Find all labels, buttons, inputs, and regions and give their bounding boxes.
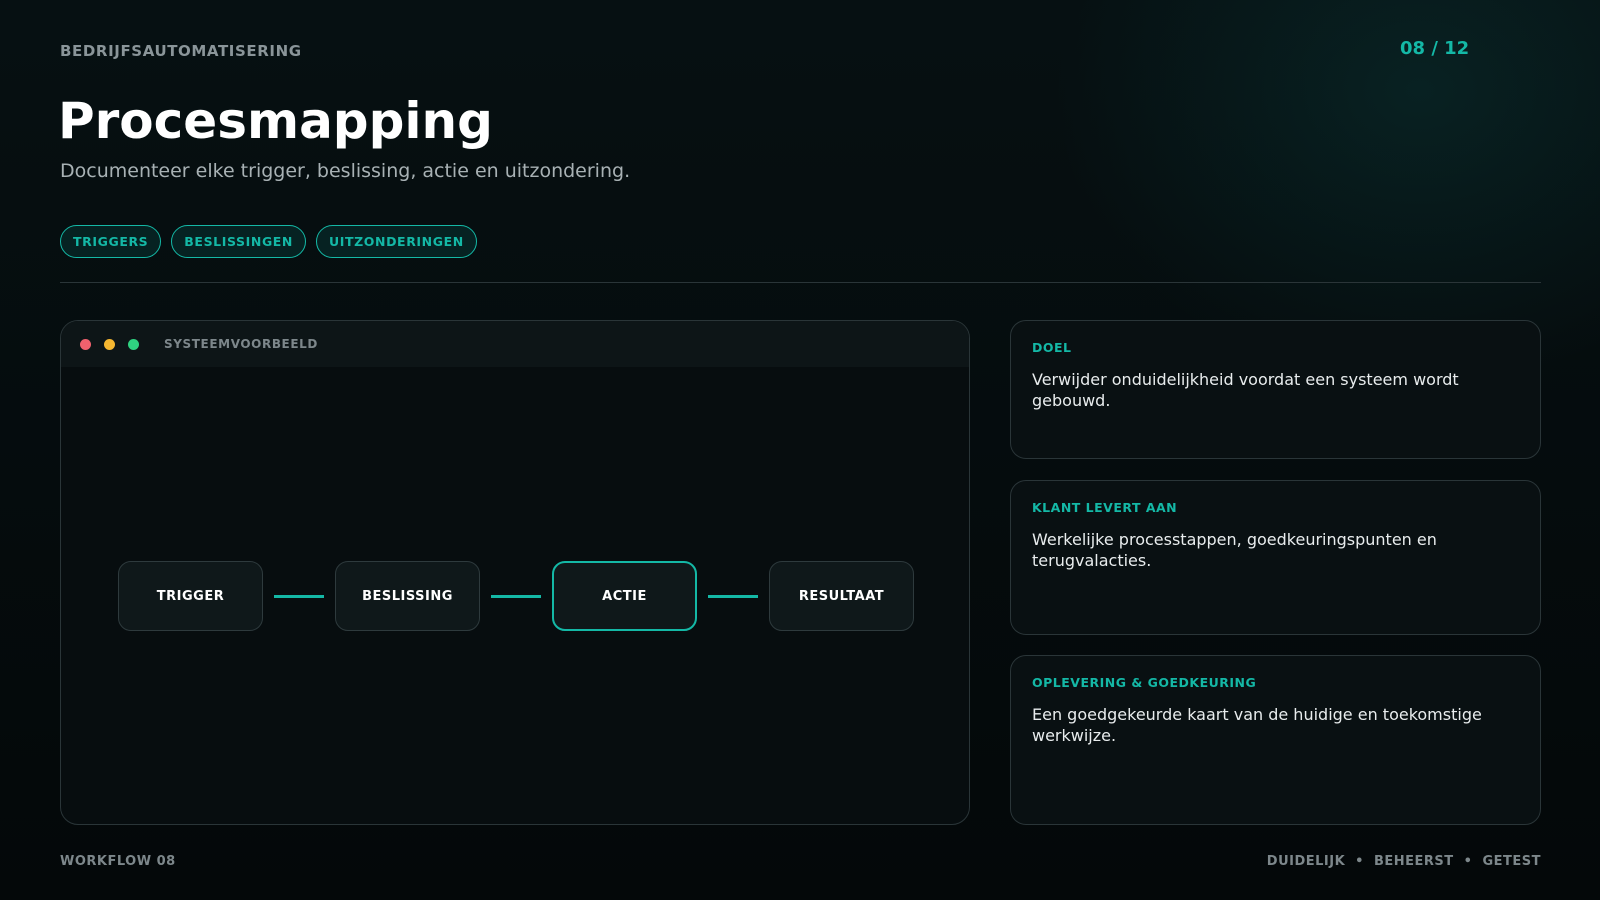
window-title-bar: SYSTEEMVOORBEELD (61, 321, 969, 367)
flow-step-resultaat: RESULTAAT (769, 561, 914, 631)
card-label: KLANT LEVERT AAN (1032, 500, 1178, 515)
tag-chips: TRIGGERS BESLISSINGEN UITZONDERINGEN (60, 225, 477, 258)
footer-workflow-label: WORKFLOW 08 (60, 854, 176, 869)
card-label: DOEL (1032, 340, 1072, 355)
flow-connector (708, 594, 758, 598)
chip-triggers: TRIGGERS (60, 225, 162, 258)
footer-separator: • (1355, 854, 1364, 869)
section-eyebrow: BEDRIJFSAUTOMATISERING (60, 42, 302, 60)
chip-beslissingen: BESLISSINGEN (171, 225, 306, 258)
window-title: SYSTEEMVOORBEELD (164, 337, 318, 351)
flow-step-trigger: TRIGGER (118, 561, 263, 631)
system-preview-window: SYSTEEMVOORBEELD TRIGGER BESLISSING ACTI… (60, 320, 970, 825)
header-divider (60, 282, 1541, 283)
card-text: Een goedgekeurde kaart van de huidige en… (1032, 705, 1482, 745)
card-doel: DOEL Verwijder onduidelijkheid voordat e… (1010, 320, 1541, 459)
page-counter: 08 / 12 (1400, 38, 1470, 59)
flow-connector (491, 594, 541, 598)
footer-tag: BEHEERST (1373, 854, 1454, 869)
flow-step-beslissing: BESLISSING (335, 561, 480, 631)
footer-tag: GETEST (1482, 854, 1541, 869)
flow-connector (274, 594, 324, 598)
footer-tag: DUIDELIJK (1266, 854, 1346, 869)
card-text: Werkelijke processtappen, goedkeuringspu… (1032, 530, 1437, 570)
footer-tags: DUIDELIJK • BEHEERST • GETEST (1267, 854, 1541, 869)
page-title: Procesmapping (58, 92, 493, 150)
card-klant-levert-aan: KLANT LEVERT AAN Werkelijke processtappe… (1010, 480, 1541, 635)
process-flow: TRIGGER BESLISSING ACTIE RESULTAAT (118, 561, 914, 631)
footer-separator: • (1463, 854, 1473, 869)
card-oplevering-goedkeuring: OPLEVERING & GOEDKEURING Een goedgekeurd… (1010, 655, 1541, 825)
chip-uitzonderingen: UITZONDERINGEN (316, 225, 477, 258)
page-subtitle: Documenteer elke trigger, beslissing, ac… (60, 160, 631, 182)
window-close-dot-icon (80, 338, 91, 350)
window-minimize-dot-icon (104, 338, 115, 350)
flow-step-actie: ACTIE (552, 561, 697, 631)
card-text: Verwijder onduidelijkheid voordat een sy… (1032, 370, 1459, 410)
card-label: OPLEVERING & GOEDKEURING (1032, 675, 1257, 690)
window-maximize-dot-icon (128, 338, 139, 350)
